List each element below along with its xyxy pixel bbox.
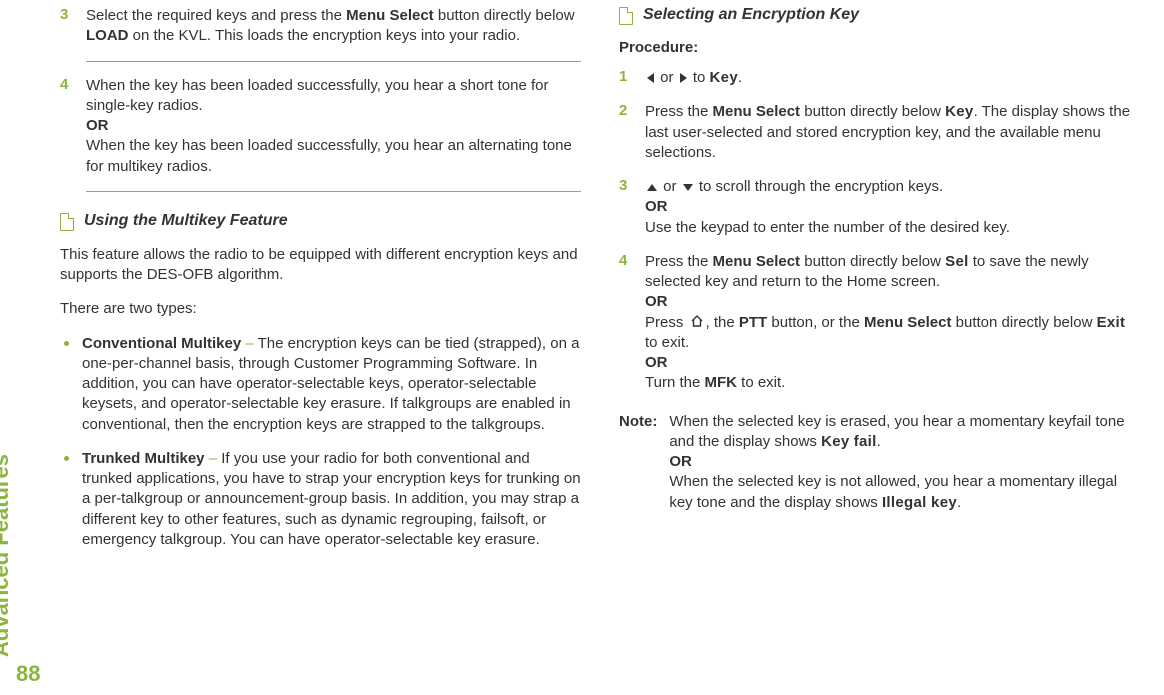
divider [86, 191, 581, 192]
text: Use the keypad to enter the number of th… [645, 218, 1140, 238]
up-arrow-icon [647, 184, 657, 191]
text: Press the [645, 253, 713, 270]
left-arrow-icon [647, 73, 654, 83]
dash: – [241, 335, 257, 352]
document-icon [60, 213, 74, 231]
step-1: 1 or to Key. [619, 68, 1140, 88]
text: on the KVL. This loads the encryption ke… [129, 27, 521, 44]
text: Select the required keys and press the [86, 7, 346, 24]
load-label: LOAD [86, 27, 129, 44]
divider [86, 61, 581, 62]
text: button directly below [800, 253, 945, 270]
dash: – [205, 450, 222, 467]
document-icon [619, 7, 633, 25]
down-arrow-icon [683, 184, 693, 191]
section-title: Using the Multikey Feature [84, 212, 288, 230]
bullet-trunked: Trunked Multikey – If you use your radio… [60, 449, 581, 550]
ptt-label: PTT [739, 314, 767, 331]
sel-display: Sel [945, 253, 968, 270]
content: 3 Select the required keys and press the… [52, 0, 1164, 695]
text: , the [706, 314, 739, 331]
menu-select-label: Menu Select [713, 253, 801, 270]
bullet-conventional: Conventional Multikey – The encryption k… [60, 334, 581, 435]
text: When the selected key is erased, you hea… [669, 413, 1124, 450]
or-label: OR [645, 292, 1140, 312]
or-label: OR [645, 353, 1140, 373]
text: button directly below [951, 314, 1096, 331]
left-column: 3 Select the required keys and press the… [60, 6, 581, 685]
step-3: 3 Select the required keys and press the… [60, 6, 581, 47]
text: to exit. [645, 334, 689, 351]
text: to scroll through the encryption keys. [695, 178, 943, 195]
sidebar: Advanced Features 88 [0, 0, 52, 695]
note-body: When the selected key is erased, you hea… [669, 412, 1140, 513]
sidebar-label: Advanced Features [0, 454, 14, 657]
note-label: Note: [619, 412, 657, 513]
menu-select-label: Menu Select [864, 314, 952, 331]
mfk-label: MFK [704, 374, 737, 391]
step-number: 4 [60, 76, 68, 93]
step-4: 4 When the key has been loaded successfu… [60, 76, 581, 177]
intro-paragraph: This feature allows the radio to be equi… [60, 245, 581, 286]
text: to exit. [737, 374, 785, 391]
section-heading: Using the Multikey Feature [60, 212, 581, 231]
exit-display: Exit [1097, 314, 1126, 331]
step-number: 4 [619, 252, 627, 269]
text: to [689, 69, 710, 86]
text: button directly below [800, 103, 945, 120]
section-heading: Selecting an Encryption Key [619, 6, 1140, 25]
procedure-label: Procedure: [619, 39, 1140, 56]
menu-select-label: Menu Select [346, 7, 434, 24]
text: Turn the [645, 374, 704, 391]
bullet-lead: Trunked Multikey [82, 450, 205, 467]
text: button directly below [434, 7, 575, 24]
step-number: 1 [619, 68, 627, 85]
text: or [656, 69, 678, 86]
step-2: 2 Press the Menu Select button directly … [619, 102, 1140, 163]
step-text: or to Key. [645, 68, 1140, 88]
step-text: or to scroll through the encryption keys… [645, 177, 1140, 238]
page: Advanced Features 88 3 Select the requir… [0, 0, 1164, 695]
home-icon [690, 313, 704, 333]
text: When the key has been loaded successfull… [86, 76, 581, 117]
bullet-icon [64, 456, 69, 461]
text: Press [645, 314, 688, 331]
text: or [659, 178, 681, 195]
text: . [957, 494, 961, 511]
step-text: Select the required keys and press the M… [86, 6, 581, 47]
or-label: OR [86, 116, 581, 136]
key-display: Key [945, 103, 973, 120]
right-column: Selecting an Encryption Key Procedure: 1… [619, 6, 1140, 685]
section-title: Selecting an Encryption Key [643, 6, 859, 24]
text: . [738, 69, 742, 86]
step-3: 3 or to scroll through the encryption ke… [619, 177, 1140, 238]
step-text: Press the Menu Select button directly be… [645, 252, 1140, 394]
page-number: 88 [16, 661, 40, 687]
bullet-icon [64, 341, 69, 346]
bullet-lead: Conventional Multikey [82, 335, 241, 352]
step-text: When the key has been loaded successfull… [86, 76, 581, 177]
or-label: OR [645, 197, 1140, 217]
step-number: 3 [60, 6, 68, 23]
step-text: Press the Menu Select button directly be… [645, 102, 1140, 163]
right-arrow-icon [680, 73, 687, 83]
key-display: Key [710, 69, 738, 86]
illegal-key-display: Illegal key [882, 494, 957, 511]
text: Press the [645, 103, 713, 120]
menu-select-label: Menu Select [713, 103, 801, 120]
note-block: Note: When the selected key is erased, y… [619, 412, 1140, 513]
text: button, or the [767, 314, 864, 331]
text: When the key has been loaded successfull… [86, 136, 581, 177]
step-number: 2 [619, 102, 627, 119]
text: . [877, 433, 881, 450]
step-4: 4 Press the Menu Select button directly … [619, 252, 1140, 394]
types-label: There are two types: [60, 299, 581, 319]
step-number: 3 [619, 177, 627, 194]
keyfail-display: fail [854, 433, 877, 450]
keyfail-display: Key [821, 433, 849, 450]
or-label: OR [669, 452, 1140, 472]
